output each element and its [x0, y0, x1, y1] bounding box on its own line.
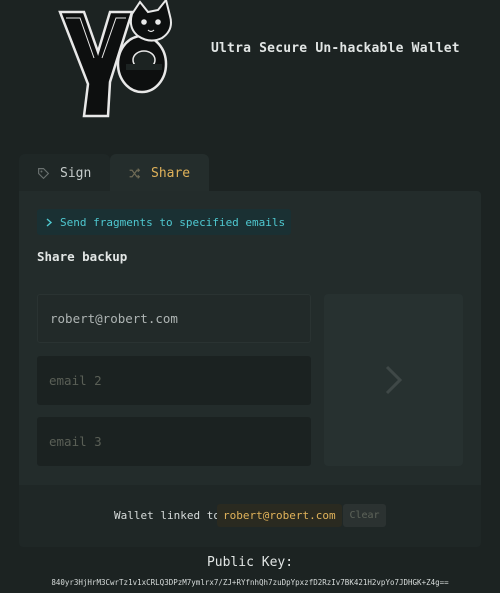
- tab-sign-label: Sign: [60, 165, 92, 181]
- tab-bar: Sign Share: [19, 154, 209, 192]
- submit-share-button[interactable]: [324, 294, 463, 466]
- app-header: Ultra Secure Un-hackable Wallet: [0, 0, 500, 125]
- info-chip: Send fragments to specified emails: [37, 209, 292, 235]
- section-title: Share backup: [37, 249, 128, 264]
- chevron-right-icon: [385, 365, 402, 395]
- tab-share[interactable]: Share: [110, 154, 209, 192]
- public-key-label: Public Key:: [206, 555, 294, 570]
- wallet-link-bar: Wallet linked to robert@robert.com Clear: [19, 485, 481, 547]
- email-field-2[interactable]: [37, 356, 311, 405]
- shuffle-icon: [129, 167, 141, 179]
- linked-label: Wallet linked to: [114, 509, 220, 522]
- tag-icon: [38, 167, 50, 179]
- email-field-1[interactable]: [37, 294, 311, 343]
- tab-sign[interactable]: Sign: [19, 154, 110, 192]
- public-key-value: 840yr3HjHrM3CwrTz1v1xCRLQ3DPzM7ymlrx7/ZJ…: [51, 578, 449, 587]
- email-field-3[interactable]: [37, 417, 311, 466]
- linked-email-badge: robert@robert.com: [217, 504, 342, 527]
- ye-cat-logo: [58, 0, 172, 118]
- info-text: Send fragments to specified emails: [60, 215, 286, 229]
- chevron-right-icon: [46, 217, 53, 227]
- share-panel: Send fragments to specified emails Share…: [19, 191, 481, 485]
- app-title: Ultra Secure Un-hackable Wallet: [211, 41, 460, 56]
- clear-button[interactable]: Clear: [343, 504, 386, 527]
- tab-share-label: Share: [151, 165, 191, 181]
